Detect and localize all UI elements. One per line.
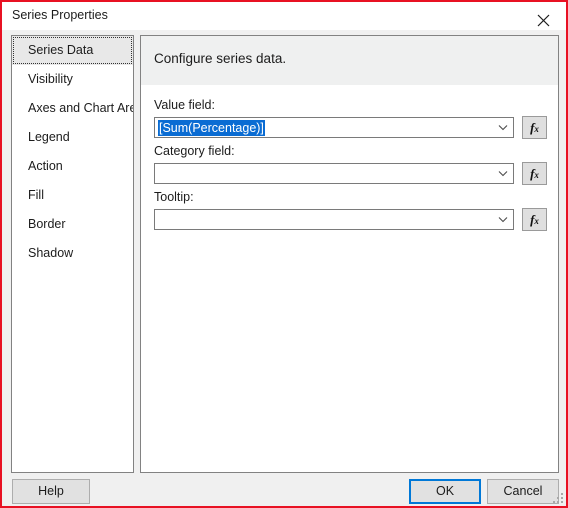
sidebar-item-label: Border — [28, 217, 66, 231]
tooltip-field-input[interactable] — [154, 209, 514, 230]
ok-button[interactable]: OK — [409, 479, 481, 504]
value-field-group: Value field: [Sum(Percentage)] fx — [154, 98, 547, 139]
title-bar: Series Properties — [2, 2, 566, 30]
sidebar-item-label: Fill — [28, 188, 44, 202]
value-field-label: Value field: — [154, 98, 215, 112]
tooltip-field-group: Tooltip: fx — [154, 190, 547, 231]
category-field-label: Category field: — [154, 144, 235, 158]
sidebar-item-border[interactable]: Border — [12, 210, 133, 239]
dialog-body: Series Data Visibility Axes and Chart Ar… — [4, 30, 566, 476]
value-field-input[interactable]: [Sum(Percentage)] — [154, 117, 514, 138]
chevron-down-icon[interactable] — [493, 118, 512, 137]
help-button[interactable]: Help — [12, 479, 90, 504]
cancel-button[interactable]: Cancel — [487, 479, 559, 504]
tooltip-field-label: Tooltip: — [154, 190, 194, 204]
sidebar-item-shadow[interactable]: Shadow — [12, 239, 133, 268]
value-field-value: [Sum(Percentage)] — [158, 120, 265, 136]
window-title: Series Properties — [12, 8, 108, 22]
sidebar-item-label: Axes and Chart Area — [28, 101, 134, 115]
chevron-down-icon[interactable] — [493, 210, 512, 229]
category-field-input[interactable] — [154, 163, 514, 184]
sidebar-item-action[interactable]: Action — [12, 152, 133, 181]
sidebar-item-label: Series Data — [28, 43, 94, 57]
sidebar-item-label: Action — [28, 159, 63, 173]
category-field-row: fx — [154, 162, 547, 185]
sidebar-item-visibility[interactable]: Visibility — [12, 65, 133, 94]
close-icon[interactable] — [521, 2, 566, 30]
content-panel: Configure series data. Value field: [Sum… — [140, 35, 559, 473]
category-field-group: Category field: fx — [154, 144, 547, 185]
sidebar-item-label: Legend — [28, 130, 70, 144]
sidebar-item-fill[interactable]: Fill — [12, 181, 133, 210]
sidebar-item-legend[interactable]: Legend — [12, 123, 133, 152]
category-list[interactable]: Series Data Visibility Axes and Chart Ar… — [11, 35, 134, 473]
series-properties-dialog: Series Properties Series Data Visibility… — [0, 0, 568, 508]
sidebar-item-axes-and-chart-area[interactable]: Axes and Chart Area — [12, 94, 133, 123]
dialog-footer: Help OK Cancel — [4, 476, 566, 506]
sidebar-item-label: Shadow — [28, 246, 74, 260]
sidebar-item-label: Visibility — [28, 72, 73, 86]
tooltip-field-expression-button[interactable]: fx — [522, 208, 547, 231]
fx-icon: fx — [530, 119, 539, 135]
chevron-down-icon[interactable] — [493, 164, 512, 183]
category-field-expression-button[interactable]: fx — [522, 162, 547, 185]
sidebar-item-series-data[interactable]: Series Data — [12, 36, 133, 65]
page-title: Configure series data. — [154, 51, 287, 66]
tooltip-field-row: fx — [154, 208, 547, 231]
resize-grip[interactable] — [551, 491, 563, 503]
value-field-expression-button[interactable]: fx — [522, 116, 547, 139]
fx-icon: fx — [530, 211, 539, 227]
value-field-row: [Sum(Percentage)] fx — [154, 116, 547, 139]
fx-icon: fx — [530, 165, 539, 181]
